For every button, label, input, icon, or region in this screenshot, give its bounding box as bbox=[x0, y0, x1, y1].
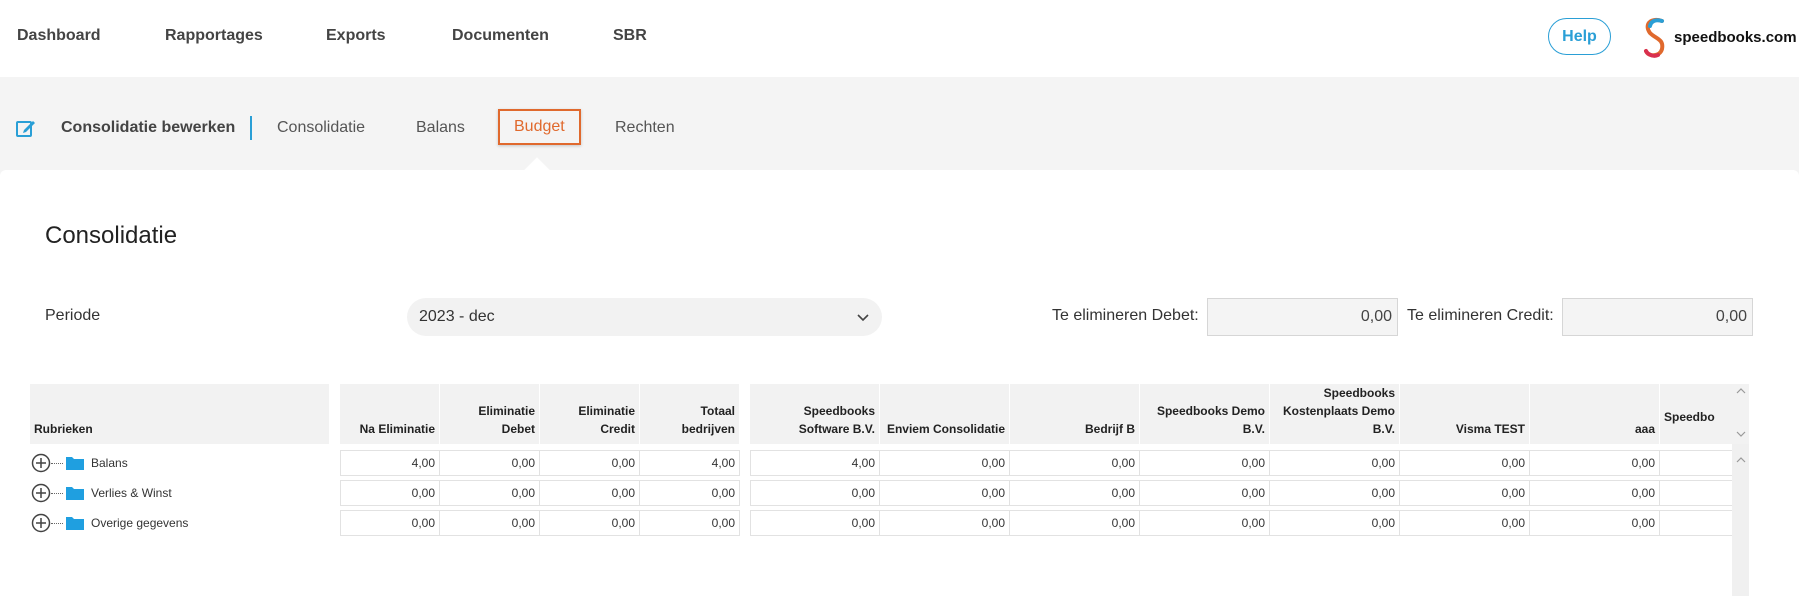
table-cell: 0,00 bbox=[1010, 450, 1140, 476]
table-cell: 0,00 bbox=[1400, 480, 1530, 506]
table-cell: 0,00 bbox=[1010, 480, 1140, 506]
tree-connector bbox=[51, 522, 63, 524]
companies-grid: Speedbooks Software B.V. Enviem Consolid… bbox=[750, 384, 1750, 596]
nav-documenten[interactable]: Documenten bbox=[452, 27, 549, 45]
chevron-down-icon bbox=[857, 314, 869, 322]
col-header-company: aaa bbox=[1530, 384, 1660, 444]
table-cell: 0,00 bbox=[1270, 510, 1400, 536]
subnav-divider bbox=[250, 116, 252, 140]
table-cell: 4,00 bbox=[750, 450, 880, 476]
scroll-down-icon[interactable] bbox=[1736, 430, 1746, 438]
table-cell: 0,00 bbox=[1270, 450, 1400, 476]
speedbooks-logo-icon bbox=[1644, 18, 1665, 58]
col-header-na-eliminatie: Na Eliminatie bbox=[340, 384, 440, 444]
expand-plus-icon[interactable] bbox=[31, 453, 51, 473]
table-cell: 0,00 bbox=[1530, 480, 1660, 506]
table-cell: 0,00 bbox=[440, 510, 540, 536]
table-cell: 0,00 bbox=[1400, 510, 1530, 536]
tree-label: Overige gegevens bbox=[91, 516, 189, 530]
table-cell: 0,00 bbox=[1530, 450, 1660, 476]
table-cell: 0,00 bbox=[640, 510, 740, 536]
table-cell: 0,00 bbox=[1270, 480, 1400, 506]
rubrieken-header: Rubrieken bbox=[30, 384, 330, 444]
table-cell: 0,00 bbox=[440, 450, 540, 476]
table-cell: 0,00 bbox=[880, 510, 1010, 536]
tree-row-verlies-winst[interactable]: Verlies & Winst bbox=[31, 480, 172, 506]
tree-label: Verlies & Winst bbox=[91, 486, 172, 500]
table-cell: 0,00 bbox=[540, 450, 640, 476]
table-cell: 0,00 bbox=[1140, 510, 1270, 536]
help-button[interactable]: Help bbox=[1548, 18, 1611, 55]
credit-input[interactable] bbox=[1562, 298, 1753, 336]
col-header-company: Visma TEST bbox=[1400, 384, 1530, 444]
debet-label: Te elimineren Debet: bbox=[1052, 307, 1199, 324]
col-header-company: Speedbooks Software B.V. bbox=[750, 384, 880, 444]
table-cell: 0,00 bbox=[1140, 450, 1270, 476]
table-cell: 0,00 bbox=[1140, 480, 1270, 506]
table-cell: 0,00 bbox=[640, 480, 740, 506]
scroll-up-icon[interactable] bbox=[1736, 456, 1746, 464]
table-cell bbox=[1660, 510, 1740, 536]
speedbooks-logo[interactable]: speedbooks.com bbox=[1640, 14, 1797, 60]
table-cell bbox=[1660, 450, 1740, 476]
table-cell: 0,00 bbox=[880, 450, 1010, 476]
tab-balans[interactable]: Balans bbox=[416, 119, 465, 137]
edit-icon bbox=[16, 121, 35, 137]
col-header-eliminatie-debet: Eliminatie Debet bbox=[440, 384, 540, 444]
col-header-company: Bedrijf B bbox=[1010, 384, 1140, 444]
table-cell: 0,00 bbox=[340, 480, 440, 506]
table-cell: 0,00 bbox=[540, 480, 640, 506]
table-cell: 0,00 bbox=[1010, 510, 1140, 536]
table-cell: 0,00 bbox=[540, 510, 640, 536]
table-cell bbox=[1660, 480, 1740, 506]
periode-value: 2023 - dec bbox=[419, 308, 495, 325]
tree-label: Balans bbox=[91, 456, 128, 470]
logo-text: speedbooks.com bbox=[1674, 28, 1797, 46]
tree-row-balans[interactable]: Balans bbox=[31, 450, 128, 476]
tab-budget[interactable]: Budget bbox=[498, 109, 581, 145]
table-cell: 0,00 bbox=[340, 510, 440, 536]
col-header-company: Speedbooks Kostenplaats Demo B.V. bbox=[1270, 384, 1400, 444]
col-header-company: Speedbooks Demo B.V. bbox=[1140, 384, 1270, 444]
tab-rechten[interactable]: Rechten bbox=[615, 119, 675, 137]
table-cell: 0,00 bbox=[750, 480, 880, 506]
folder-icon bbox=[66, 487, 84, 500]
expand-plus-icon[interactable] bbox=[31, 513, 51, 533]
col-header-company: Enviem Consolidatie bbox=[880, 384, 1010, 444]
folder-icon bbox=[66, 457, 84, 470]
expand-plus-icon[interactable] bbox=[31, 483, 51, 503]
tab-consolidatie[interactable]: Consolidatie bbox=[277, 119, 365, 137]
table-cell: 0,00 bbox=[750, 510, 880, 536]
table-cell: 0,00 bbox=[880, 480, 1010, 506]
tree-connector bbox=[51, 492, 63, 494]
table-cell: 0,00 bbox=[440, 480, 540, 506]
top-navigation: Dashboard Rapportages Exports Documenten… bbox=[0, 0, 1799, 77]
nav-rapportages[interactable]: Rapportages bbox=[165, 27, 263, 45]
col-header-eliminatie-credit: Eliminatie Credit bbox=[540, 384, 640, 444]
table-cell: 0,00 bbox=[1400, 450, 1530, 476]
page-title: Consolidatie bbox=[45, 222, 178, 249]
col-header-totaal-bedrijven: Totaal bedrijven bbox=[640, 384, 740, 444]
sub-navigation: Consolidatie bewerken Consolidatie Balan… bbox=[0, 77, 1799, 170]
nav-sbr[interactable]: SBR bbox=[613, 27, 647, 45]
vertical-scrollbar[interactable] bbox=[1732, 444, 1749, 596]
nav-exports[interactable]: Exports bbox=[326, 27, 386, 45]
nav-dashboard[interactable]: Dashboard bbox=[17, 27, 101, 45]
scroll-up-icon[interactable] bbox=[1736, 387, 1746, 395]
credit-label: Te elimineren Credit: bbox=[1407, 307, 1554, 324]
debet-input[interactable] bbox=[1207, 298, 1398, 336]
periode-select[interactable]: 2023 - dec bbox=[407, 298, 882, 336]
table-cell: 0,00 bbox=[1530, 510, 1660, 536]
subnav-title: Consolidatie bewerken bbox=[61, 119, 236, 136]
tree-row-overige[interactable]: Overige gegevens bbox=[31, 510, 188, 536]
table-cell: 4,00 bbox=[340, 450, 440, 476]
table-cell: 4,00 bbox=[640, 450, 740, 476]
folder-icon bbox=[66, 517, 84, 530]
periode-label: Periode bbox=[45, 307, 101, 324]
tree-connector bbox=[51, 462, 63, 464]
